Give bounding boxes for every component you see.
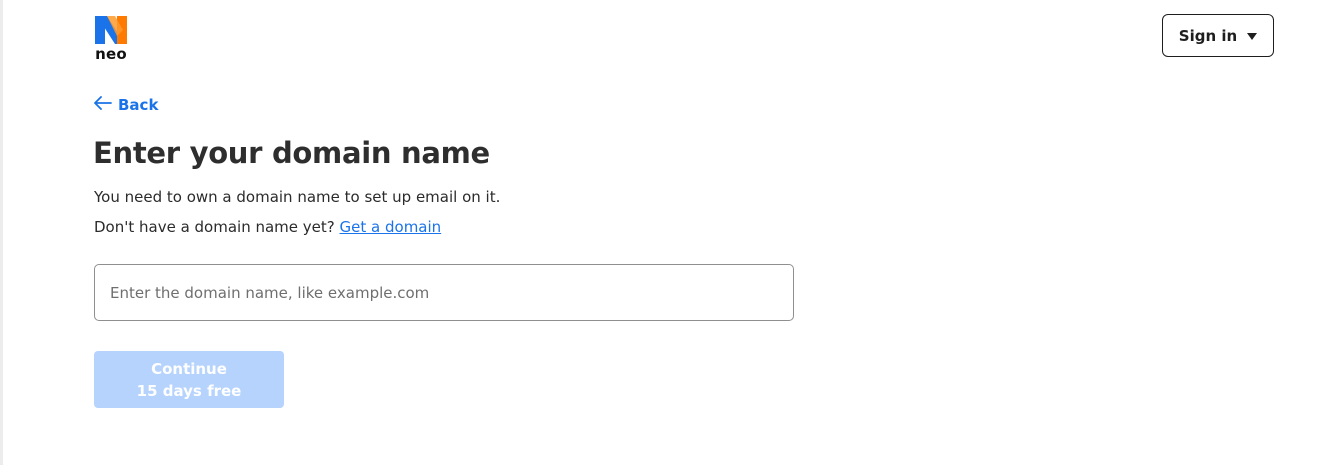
- trial-label: 15 days free: [136, 381, 242, 400]
- caret-down-icon: [1247, 32, 1258, 40]
- domain-input[interactable]: [94, 264, 794, 321]
- continue-button[interactable]: Continue 15 days free: [94, 351, 284, 408]
- sign-in-button[interactable]: Sign in: [1162, 14, 1274, 57]
- back-label: Back: [118, 95, 159, 114]
- neo-logo[interactable]: neo: [91, 14, 131, 64]
- arrow-left-icon: [94, 95, 112, 114]
- page-frame: neo Sign in Back Enter your domain name …: [0, 0, 1322, 465]
- no-domain-prompt: Don't have a domain name yet?: [94, 218, 335, 236]
- description-text: You need to own a domain name to set up …: [94, 188, 501, 206]
- logo-wordmark: neo: [95, 45, 127, 63]
- no-domain-line: Don't have a domain name yet? Get a doma…: [94, 218, 441, 236]
- sign-in-label: Sign in: [1178, 26, 1238, 45]
- continue-label: Continue: [151, 359, 227, 378]
- get-domain-link[interactable]: Get a domain: [340, 218, 442, 236]
- neo-logo-icon: [93, 14, 129, 46]
- back-link[interactable]: Back: [94, 95, 158, 114]
- page-title: Enter your domain name: [93, 136, 490, 170]
